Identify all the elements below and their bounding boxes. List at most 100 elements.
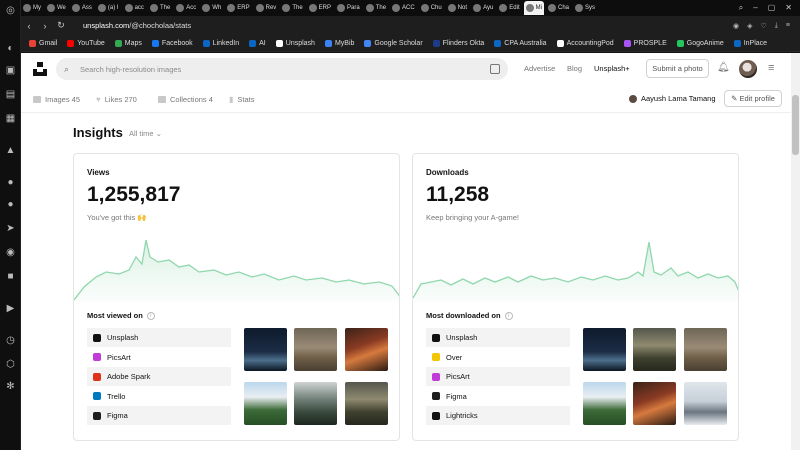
- back-icon[interactable]: ‹: [21, 21, 37, 31]
- history-icon[interactable]: ◷: [4, 334, 17, 347]
- whatsapp-icon[interactable]: ●: [4, 198, 17, 211]
- info-icon[interactable]: i: [146, 311, 155, 320]
- flame-icon[interactable]: ▲: [4, 144, 17, 157]
- bookmark-item[interactable]: MyBib: [324, 39, 354, 47]
- browser-tab[interactable]: My: [21, 1, 43, 15]
- menu-icon[interactable]: ≡: [786, 22, 790, 30]
- bookmark-item[interactable]: AI: [249, 39, 266, 47]
- browser-tab[interactable]: Chu: [419, 1, 444, 15]
- bookmark-item[interactable]: GogoAnime: [676, 39, 724, 47]
- submit-photo-button[interactable]: Submit a photo: [646, 59, 709, 78]
- photo-thumbnail[interactable]: [684, 328, 727, 371]
- photo-thumbnail[interactable]: [244, 382, 287, 425]
- maximize-icon[interactable]: ▢: [768, 3, 776, 13]
- browser-tab[interactable]: Wh: [200, 1, 223, 15]
- browser-tab[interactable]: Not: [446, 1, 469, 15]
- reload-icon[interactable]: ↻: [53, 20, 69, 31]
- settings-icon[interactable]: ✻: [4, 380, 17, 393]
- bookmark-item[interactable]: Flinders Okta: [432, 39, 484, 47]
- browser-tab[interactable]: (a) I: [96, 1, 121, 15]
- shield-icon[interactable]: ◈: [747, 22, 752, 30]
- box-icon[interactable]: ⬡: [4, 358, 17, 371]
- forward-icon[interactable]: ›: [37, 21, 53, 31]
- collections-tab[interactable]: Collections 4: [158, 95, 213, 104]
- search-icon[interactable]: ⌕: [64, 64, 74, 75]
- bookmark-item[interactable]: Google Scholar: [364, 39, 423, 47]
- calendar-icon[interactable]: ▦: [4, 112, 17, 125]
- url-field[interactable]: unsplash.com/@chocholaa/stats: [83, 21, 191, 30]
- bookmark-item[interactable]: InPlace: [733, 39, 767, 47]
- discord-icon[interactable]: ■: [4, 270, 17, 283]
- messenger-icon[interactable]: ●: [4, 176, 17, 189]
- telegram-icon[interactable]: ➤: [4, 222, 17, 235]
- photo-thumbnail[interactable]: [633, 328, 676, 371]
- time-range-dropdown[interactable]: All time ⌄: [129, 129, 162, 138]
- unsplash-plus-link[interactable]: Unsplash+: [594, 64, 630, 73]
- heart-icon[interactable]: ♡: [761, 22, 767, 30]
- hamburger-menu-icon[interactable]: ≡: [768, 62, 774, 74]
- bookmark-item[interactable]: PROSPLE: [623, 39, 667, 47]
- browser-tab[interactable]: Rev: [254, 1, 279, 15]
- photo-thumbnail[interactable]: [345, 382, 388, 425]
- search-tabs-icon[interactable]: ⌕: [739, 3, 743, 13]
- camera-icon[interactable]: ◉: [733, 22, 739, 30]
- speed-dial-icon[interactable]: ◐: [4, 42, 17, 55]
- edit-profile-button[interactable]: ✎ Edit profile: [724, 90, 782, 107]
- bookmark-item[interactable]: AccountingPod: [556, 39, 614, 47]
- opera-menu-icon[interactable]: ◎: [4, 4, 17, 17]
- browser-tab[interactable]: Edit: [497, 1, 521, 15]
- browser-tab[interactable]: ACC: [390, 1, 417, 15]
- browser-tab[interactable]: ERP: [225, 1, 251, 15]
- browser-tab[interactable]: Mi: [523, 1, 544, 15]
- blog-link[interactable]: Blog: [567, 64, 582, 73]
- browser-tab[interactable]: The: [364, 1, 388, 15]
- likes-tab[interactable]: ♥ Likes 270: [96, 95, 137, 104]
- bell-icon[interactable]: 🔔︎: [717, 62, 730, 73]
- stats-tab[interactable]: ▮ Stats: [229, 95, 255, 104]
- advertise-link[interactable]: Advertise: [524, 64, 555, 73]
- close-window-icon[interactable]: ✕: [785, 3, 792, 13]
- photo-thumbnail[interactable]: [583, 382, 626, 425]
- bookmark-item[interactable]: YouTube: [67, 39, 105, 47]
- browser-tab[interactable]: The: [280, 1, 304, 15]
- images-tab[interactable]: Images 45: [33, 95, 80, 104]
- photo-thumbnail[interactable]: [583, 328, 626, 371]
- player-icon[interactable]: ▶: [4, 302, 17, 315]
- browser-tab[interactable]: Cha: [546, 1, 571, 15]
- bookmark-item[interactable]: Maps: [114, 39, 142, 47]
- browser-tab[interactable]: We: [45, 1, 68, 15]
- photo-thumbnail[interactable]: [294, 328, 337, 371]
- browser-tab[interactable]: Sys: [573, 1, 597, 15]
- browser-tab[interactable]: acc: [123, 1, 146, 15]
- browser-tab[interactable]: Para: [335, 1, 362, 15]
- tab-label: The: [292, 5, 303, 11]
- info-icon[interactable]: i: [504, 311, 513, 320]
- photo-thumbnail[interactable]: [684, 382, 727, 425]
- bookmark-item[interactable]: Gmail: [29, 39, 57, 47]
- visual-search-icon[interactable]: [490, 64, 500, 74]
- avatar[interactable]: [739, 60, 757, 78]
- bookmark-item[interactable]: CPA Australia: [494, 39, 547, 47]
- search-input[interactable]: [80, 64, 460, 74]
- profile-user[interactable]: Aayush Lama Tamang: [629, 94, 716, 103]
- page-scrollbar[interactable]: [791, 53, 800, 450]
- browser-tab[interactable]: The: [148, 1, 172, 15]
- bag-icon[interactable]: ▣: [4, 64, 17, 77]
- bookmark-item[interactable]: Facebook: [151, 39, 193, 47]
- unsplash-logo[interactable]: [33, 62, 47, 76]
- photo-thumbnail[interactable]: [633, 382, 676, 425]
- browser-tab[interactable]: Ayu: [471, 1, 495, 15]
- minimize-icon[interactable]: –: [753, 3, 757, 13]
- instagram-icon[interactable]: ◉: [4, 246, 17, 259]
- photo-thumbnail[interactable]: [345, 328, 388, 371]
- download-icon[interactable]: ⤓: [775, 22, 778, 30]
- browser-tab[interactable]: ERP: [307, 1, 333, 15]
- bookmark-item[interactable]: Unsplash: [275, 39, 315, 47]
- bookmark-item[interactable]: LinkedIn: [202, 39, 239, 47]
- photo-thumbnail[interactable]: [244, 328, 287, 371]
- browser-tab[interactable]: Acc: [174, 1, 198, 15]
- scrollbar-thumb[interactable]: [792, 95, 799, 155]
- browser-tab[interactable]: Ass: [70, 1, 94, 15]
- chat-icon[interactable]: ▤: [4, 88, 17, 101]
- photo-thumbnail[interactable]: [294, 382, 337, 425]
